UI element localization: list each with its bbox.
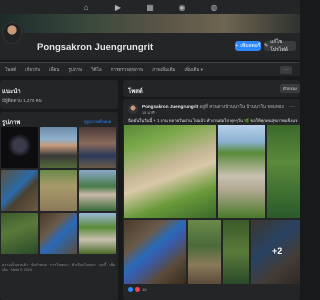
post-image[interactable] (188, 220, 221, 284)
post-author-name[interactable]: Pongsakron Juengrungrit (142, 104, 198, 109)
profile-tabs: โพสต์ เกี่ยวกับ เพื่อน รูปภาพ วิดีโอ การ… (0, 62, 300, 76)
photos-title: รูปภาพ (2, 120, 21, 126)
photo-thumbnail[interactable] (40, 213, 77, 254)
photo-thumbnail[interactable] (1, 213, 38, 254)
followers-count: มีผู้ติดตาม 1,270 คน (2, 98, 42, 103)
post-image[interactable] (223, 220, 249, 284)
tab-more[interactable]: เพิ่มเติม ▾ (185, 66, 203, 73)
photo-thumbnail[interactable] (79, 170, 116, 211)
home-icon[interactable]: ⌂ (70, 0, 102, 14)
tab-about[interactable]: เกี่ยวกับ (25, 66, 40, 73)
post-image[interactable] (124, 220, 186, 284)
photo-thumbnail[interactable] (79, 213, 116, 254)
more-options-icon[interactable]: ··· (280, 65, 292, 74)
top-navigation: ⌂ ▶ ▦ ◉ ◍ (0, 0, 300, 14)
tab-photos[interactable]: รูปภาพ (68, 66, 82, 73)
tab-more-photos[interactable]: ภาพเพิ่มเติม (152, 66, 175, 73)
edit-profile-button[interactable]: ✎ แก้ไขโปรไฟล์ (264, 39, 296, 53)
tab-videos[interactable]: วิดีโอ (91, 66, 102, 73)
post-image[interactable] (267, 125, 300, 218)
photo-thumbnail[interactable] (79, 127, 116, 168)
posts-header-card (123, 80, 300, 97)
photo-thumbnail[interactable] (1, 170, 38, 211)
filter-button[interactable]: ตัวกรอง (280, 84, 300, 93)
video-icon[interactable]: ▶ (102, 0, 134, 14)
post-more-icon[interactable]: ··· (289, 104, 295, 110)
add-story-button[interactable]: + เพิ่มสตอรี่ (235, 41, 261, 51)
posts-title: โพสต์ (128, 89, 143, 95)
post-reactions[interactable]: 10 (128, 287, 146, 292)
footer-links: ความเป็นส่วนตัว · ข้อกำหนด · การโฆษณา · … (2, 263, 116, 272)
like-reaction-icon (128, 287, 133, 292)
more-photos-count[interactable]: +2 (272, 246, 282, 256)
post-author: Pongsakron Juengrungrit อยู่ที่ สวนยางบ้… (142, 104, 284, 111)
groups-icon[interactable]: ◉ (166, 0, 198, 14)
gaming-icon[interactable]: ◍ (198, 0, 230, 14)
post-location: อยู่ที่ สวนยางบ้านนาใน บ้านนาใน จอมทอง (198, 104, 284, 109)
profile-name: Pongsakron Juengrungrit (37, 42, 154, 53)
see-all-photos-link[interactable]: ดูรูปภาพทั้งหมด (84, 118, 111, 125)
tab-checkins[interactable]: การตรวจสุขภาพ (111, 66, 143, 73)
tab-friends[interactable]: เพื่อน (49, 66, 59, 73)
intro-title: แนะนำ (2, 89, 21, 95)
marketplace-icon[interactable]: ▦ (134, 0, 166, 14)
post-image[interactable] (218, 125, 265, 218)
reaction-count: 10 (142, 287, 147, 292)
photo-grid (1, 127, 117, 254)
post-image[interactable] (124, 125, 216, 218)
tab-posts[interactable]: โพสต์ (5, 66, 16, 73)
cover-photo[interactable] (0, 14, 300, 33)
photo-thumbnail[interactable] (1, 127, 38, 168)
pencil-icon: ✎ (264, 43, 269, 49)
post-avatar[interactable] (128, 104, 138, 114)
avatar[interactable] (2, 22, 22, 44)
plus-icon: + (235, 43, 239, 49)
photo-thumbnail[interactable] (40, 127, 77, 168)
post-text: ฉีดมันในวันนี้ + 1 งาน หลายวันผ่าน ไปแล้… (128, 118, 298, 123)
photo-thumbnail[interactable] (40, 170, 77, 211)
post-timestamp[interactable]: 15 นาที · (142, 110, 157, 116)
love-reaction-icon (135, 287, 140, 292)
